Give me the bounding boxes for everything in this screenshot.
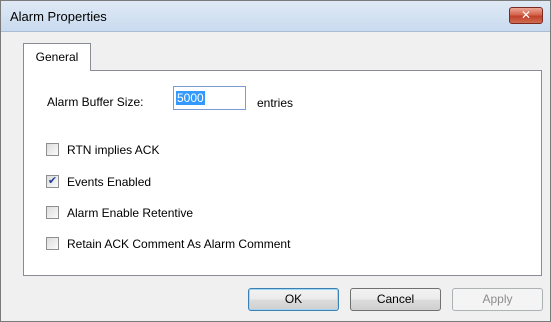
events-enabled-label: Events Enabled [67, 175, 152, 189]
window-title: Alarm Properties [10, 9, 107, 24]
close-icon[interactable]: ✕ [509, 7, 543, 24]
entries-unit-label: entries [257, 96, 294, 110]
alarm-buffer-size-input[interactable]: 5000 [173, 86, 246, 110]
apply-button: Apply [452, 288, 543, 311]
cancel-button[interactable]: Cancel [350, 288, 441, 311]
tab-general-label: General [35, 50, 79, 64]
tab-general[interactable]: General [23, 43, 91, 71]
retain-ack-comment-checkbox[interactable] [46, 237, 59, 250]
alarm-buffer-size-label: Alarm Buffer Size: [47, 95, 144, 109]
title-bar[interactable]: Alarm Properties ✕ [1, 1, 550, 32]
rtn-implies-ack-label: RTN implies ACK [67, 143, 160, 157]
events-enabled-checkbox[interactable]: ✔ [46, 175, 59, 188]
rtn-implies-ack-checkbox[interactable] [46, 143, 59, 156]
alarm-properties-dialog: Alarm Properties ✕ General Alarm Buffer … [0, 0, 551, 322]
alarm-enable-retentive-label: Alarm Enable Retentive [67, 206, 194, 220]
retain-ack-comment-label: Retain ACK Comment As Alarm Comment [67, 237, 291, 251]
ok-button[interactable]: OK [248, 288, 339, 311]
alarm-buffer-size-value: 5000 [176, 91, 205, 105]
alarm-enable-retentive-checkbox[interactable] [46, 206, 59, 219]
